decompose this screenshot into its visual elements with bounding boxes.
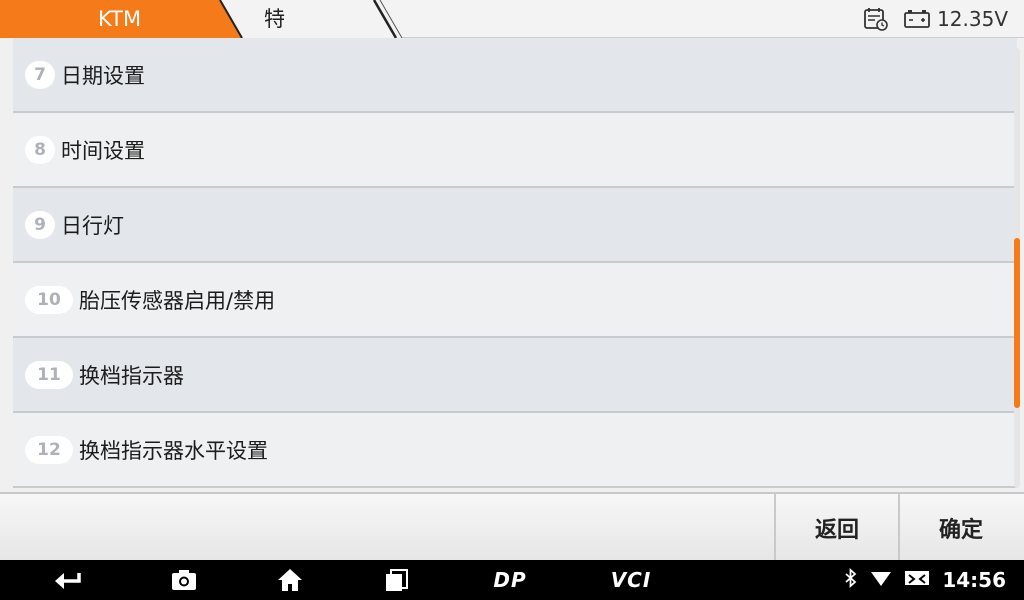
sim-icon: [904, 569, 930, 591]
status-area: 12.35V: [863, 0, 1008, 38]
breadcrumb-shapes: [0, 0, 403, 38]
list-item[interactable]: 8 时间设置: [13, 113, 1017, 188]
voltage-value: 12.35V: [937, 7, 1008, 31]
item-number-badge: 12: [25, 435, 73, 464]
camera-icon[interactable]: [168, 560, 200, 600]
wifi-icon: [870, 569, 892, 591]
clock: 14:56: [942, 568, 1006, 592]
system-status: 14:56: [844, 560, 1006, 600]
list-item[interactable]: 9 日行灯: [13, 188, 1017, 263]
item-number-badge: 10: [25, 285, 73, 314]
dp-button[interactable]: DP: [484, 560, 536, 600]
action-bar: 返回 确定: [0, 492, 1024, 562]
home-icon[interactable]: [274, 560, 306, 600]
car-battery-icon: [903, 9, 931, 29]
back-button[interactable]: 返回: [774, 494, 898, 562]
list-item[interactable]: 10 胎压传感器启用/禁用: [13, 263, 1017, 338]
breadcrumb-ktm[interactable]: KTM: [98, 0, 141, 38]
system-nav-bar: DP VCI 14:56: [0, 560, 1024, 600]
breadcrumb-special-functions[interactable]: 特殊功能: [264, 0, 285, 145]
item-label: 时间设置: [61, 138, 145, 163]
vci-button[interactable]: VCI: [604, 560, 658, 600]
list-item[interactable]: 7 日期设置: [13, 38, 1017, 113]
item-label: 换档指示器: [79, 363, 184, 388]
scrollbar[interactable]: [1014, 48, 1020, 488]
list-item[interactable]: 11 换档指示器: [13, 338, 1017, 413]
item-label: 换档指示器水平设置: [79, 438, 268, 463]
voltage-indicator: 12.35V: [903, 7, 1008, 31]
item-label: 日行灯: [61, 213, 124, 238]
back-arrow-icon[interactable]: [50, 560, 84, 600]
recents-icon[interactable]: [380, 560, 412, 600]
top-bar: KTM 特殊功能: [0, 0, 1024, 145]
item-number-badge: 8: [25, 135, 55, 164]
bluetooth-icon: [844, 567, 858, 592]
item-number-badge: 7: [25, 60, 55, 89]
scrollbar-thumb[interactable]: [1014, 238, 1020, 408]
item-number-badge: 9: [25, 210, 55, 239]
item-label: 日期设置: [61, 63, 145, 88]
calendar-clock-icon[interactable]: [863, 6, 889, 32]
confirm-button[interactable]: 确定: [898, 494, 1022, 562]
function-list-panel: 7 日期设置 8 时间设置 9 日行灯 10 胎压传感器启用/禁用 11 换档指…: [0, 38, 1024, 492]
item-number-badge: 11: [25, 360, 73, 389]
item-label: 胎压传感器启用/禁用: [79, 288, 276, 313]
list-item[interactable]: 12 换档指示器水平设置: [13, 413, 1017, 488]
function-list: 7 日期设置 8 时间设置 9 日行灯 10 胎压传感器启用/禁用 11 换档指…: [13, 38, 1017, 488]
